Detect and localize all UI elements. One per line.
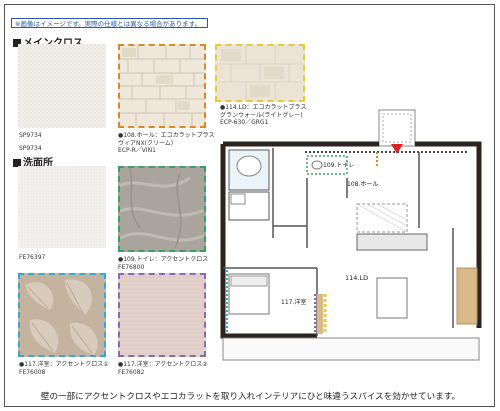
wood-floor-strip [456, 267, 478, 325]
caption-fe76397: FE76397 [19, 254, 46, 261]
label-108-hall: 108.ホール [347, 181, 378, 188]
texture-pattern [18, 44, 106, 128]
texture-pattern [120, 275, 204, 355]
caption-117-2: ●117.洋室：アクセントクロス② FE76082 [118, 361, 208, 376]
stone-texture [120, 46, 204, 126]
caption-line: ヴィアNX(クリーム) [118, 139, 174, 147]
swatch-108-hall [118, 44, 206, 128]
texture-pattern [18, 166, 106, 248]
caption-sp9734-extra: SP9734 [19, 145, 42, 152]
sink-icon [230, 193, 246, 205]
caption-sp9734: SP9734 [19, 132, 42, 139]
dining-table [376, 277, 408, 319]
balcony [222, 337, 480, 361]
wood-column [317, 294, 323, 334]
notice-banner: ※画像はイメージです。実際の仕様とは異なる場合があります。 [11, 18, 208, 28]
label-114-ld: 114.LD [345, 274, 368, 282]
swatch-117-accent-1 [18, 273, 106, 357]
swatch-117-accent-2 [118, 273, 206, 357]
bathtub-icon [236, 155, 262, 177]
caption-line: FE76082 [118, 368, 145, 376]
caption-109: ●109.トイレ：アクセントクロス FE76800 [118, 256, 208, 271]
caption-108: ●108.ホール：エコカラットプラス ヴィアNX(クリーム) ECP-R／VIN… [118, 132, 214, 155]
caption-line: ●117.洋室：アクセントクロス① [19, 361, 109, 368]
caption-line: ●108.ホール：エコカラットプラス [118, 132, 215, 139]
kitchen-counter [356, 233, 428, 251]
caption-line: FE76800 [118, 263, 145, 271]
caption-line: ●117.洋室：アクセントクロス② [118, 361, 208, 368]
label-109-toilet: 109.トイレ [323, 162, 354, 169]
pillow-icon [230, 275, 268, 287]
swatch-sp9734 [18, 44, 106, 128]
entrance-area [378, 109, 416, 147]
label-117-bedroom: 117.洋室 [281, 298, 306, 306]
swatch-114-ld [215, 44, 305, 102]
leaf-texture [120, 168, 204, 250]
caption-117-1: ●117.洋室：アクセントクロス① FE76008 [19, 361, 109, 376]
caption-line: ECP-R／VIN1 [118, 147, 156, 154]
footer-text: 壁の一部にアクセントクロスやエコカラットを取り入れインテリアにひと味違うスパイス… [40, 392, 461, 402]
caption-line: ●109.トイレ：アクセントクロス [118, 256, 209, 263]
tile-texture [217, 46, 303, 100]
caption-line: FE76008 [19, 368, 46, 376]
toilet-icon [311, 160, 323, 170]
page-frame: ※画像はイメージです。実際の仕様とは異なる場合があります。 メインクロス SP9… [4, 4, 495, 407]
swatch-fe76397 [18, 166, 106, 248]
leaf-pattern [20, 275, 104, 355]
kitchen-hatch [356, 203, 408, 233]
floor-plan: 109.トイレ 108.ホール 114.LD 117.洋室 [220, 109, 482, 361]
swatch-109-toilet [118, 166, 206, 252]
